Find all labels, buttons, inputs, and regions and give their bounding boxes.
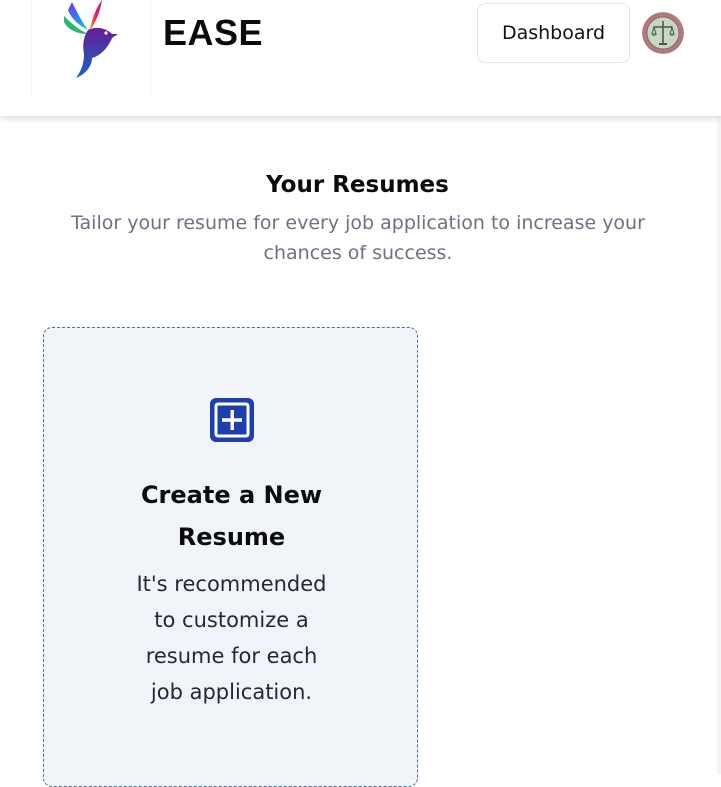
create-card-description-line: job application. <box>150 680 313 704</box>
top-nav: EASE Dashboard <box>0 0 721 116</box>
hummingbird-logo-icon <box>64 0 118 79</box>
page-title: Your Resumes <box>266 172 449 198</box>
page-subtitle: Tailor your resume for every job applica… <box>71 212 645 264</box>
create-card-title: Create a New Resume <box>44 474 419 558</box>
user-avatar-icon[interactable] <box>642 12 684 54</box>
create-card-description-line: to customize a <box>154 608 309 632</box>
create-card-description: It's recommended to customize a resume f… <box>44 566 419 710</box>
create-resume-card[interactable]: Create a New Resume It's recommended to … <box>43 327 418 787</box>
create-card-title-line: Resume <box>177 523 286 551</box>
page-scrollbar[interactable] <box>717 116 721 774</box>
create-card-title-line: Create a New <box>140 481 323 509</box>
plus-square-icon <box>210 398 254 442</box>
brand-name: EASE <box>163 12 264 53</box>
logo-link[interactable] <box>31 0 151 96</box>
dashboard-button[interactable]: Dashboard <box>477 3 630 63</box>
create-card-description-line: It's recommended <box>136 572 327 596</box>
create-card-description-line: resume for each <box>145 644 318 668</box>
